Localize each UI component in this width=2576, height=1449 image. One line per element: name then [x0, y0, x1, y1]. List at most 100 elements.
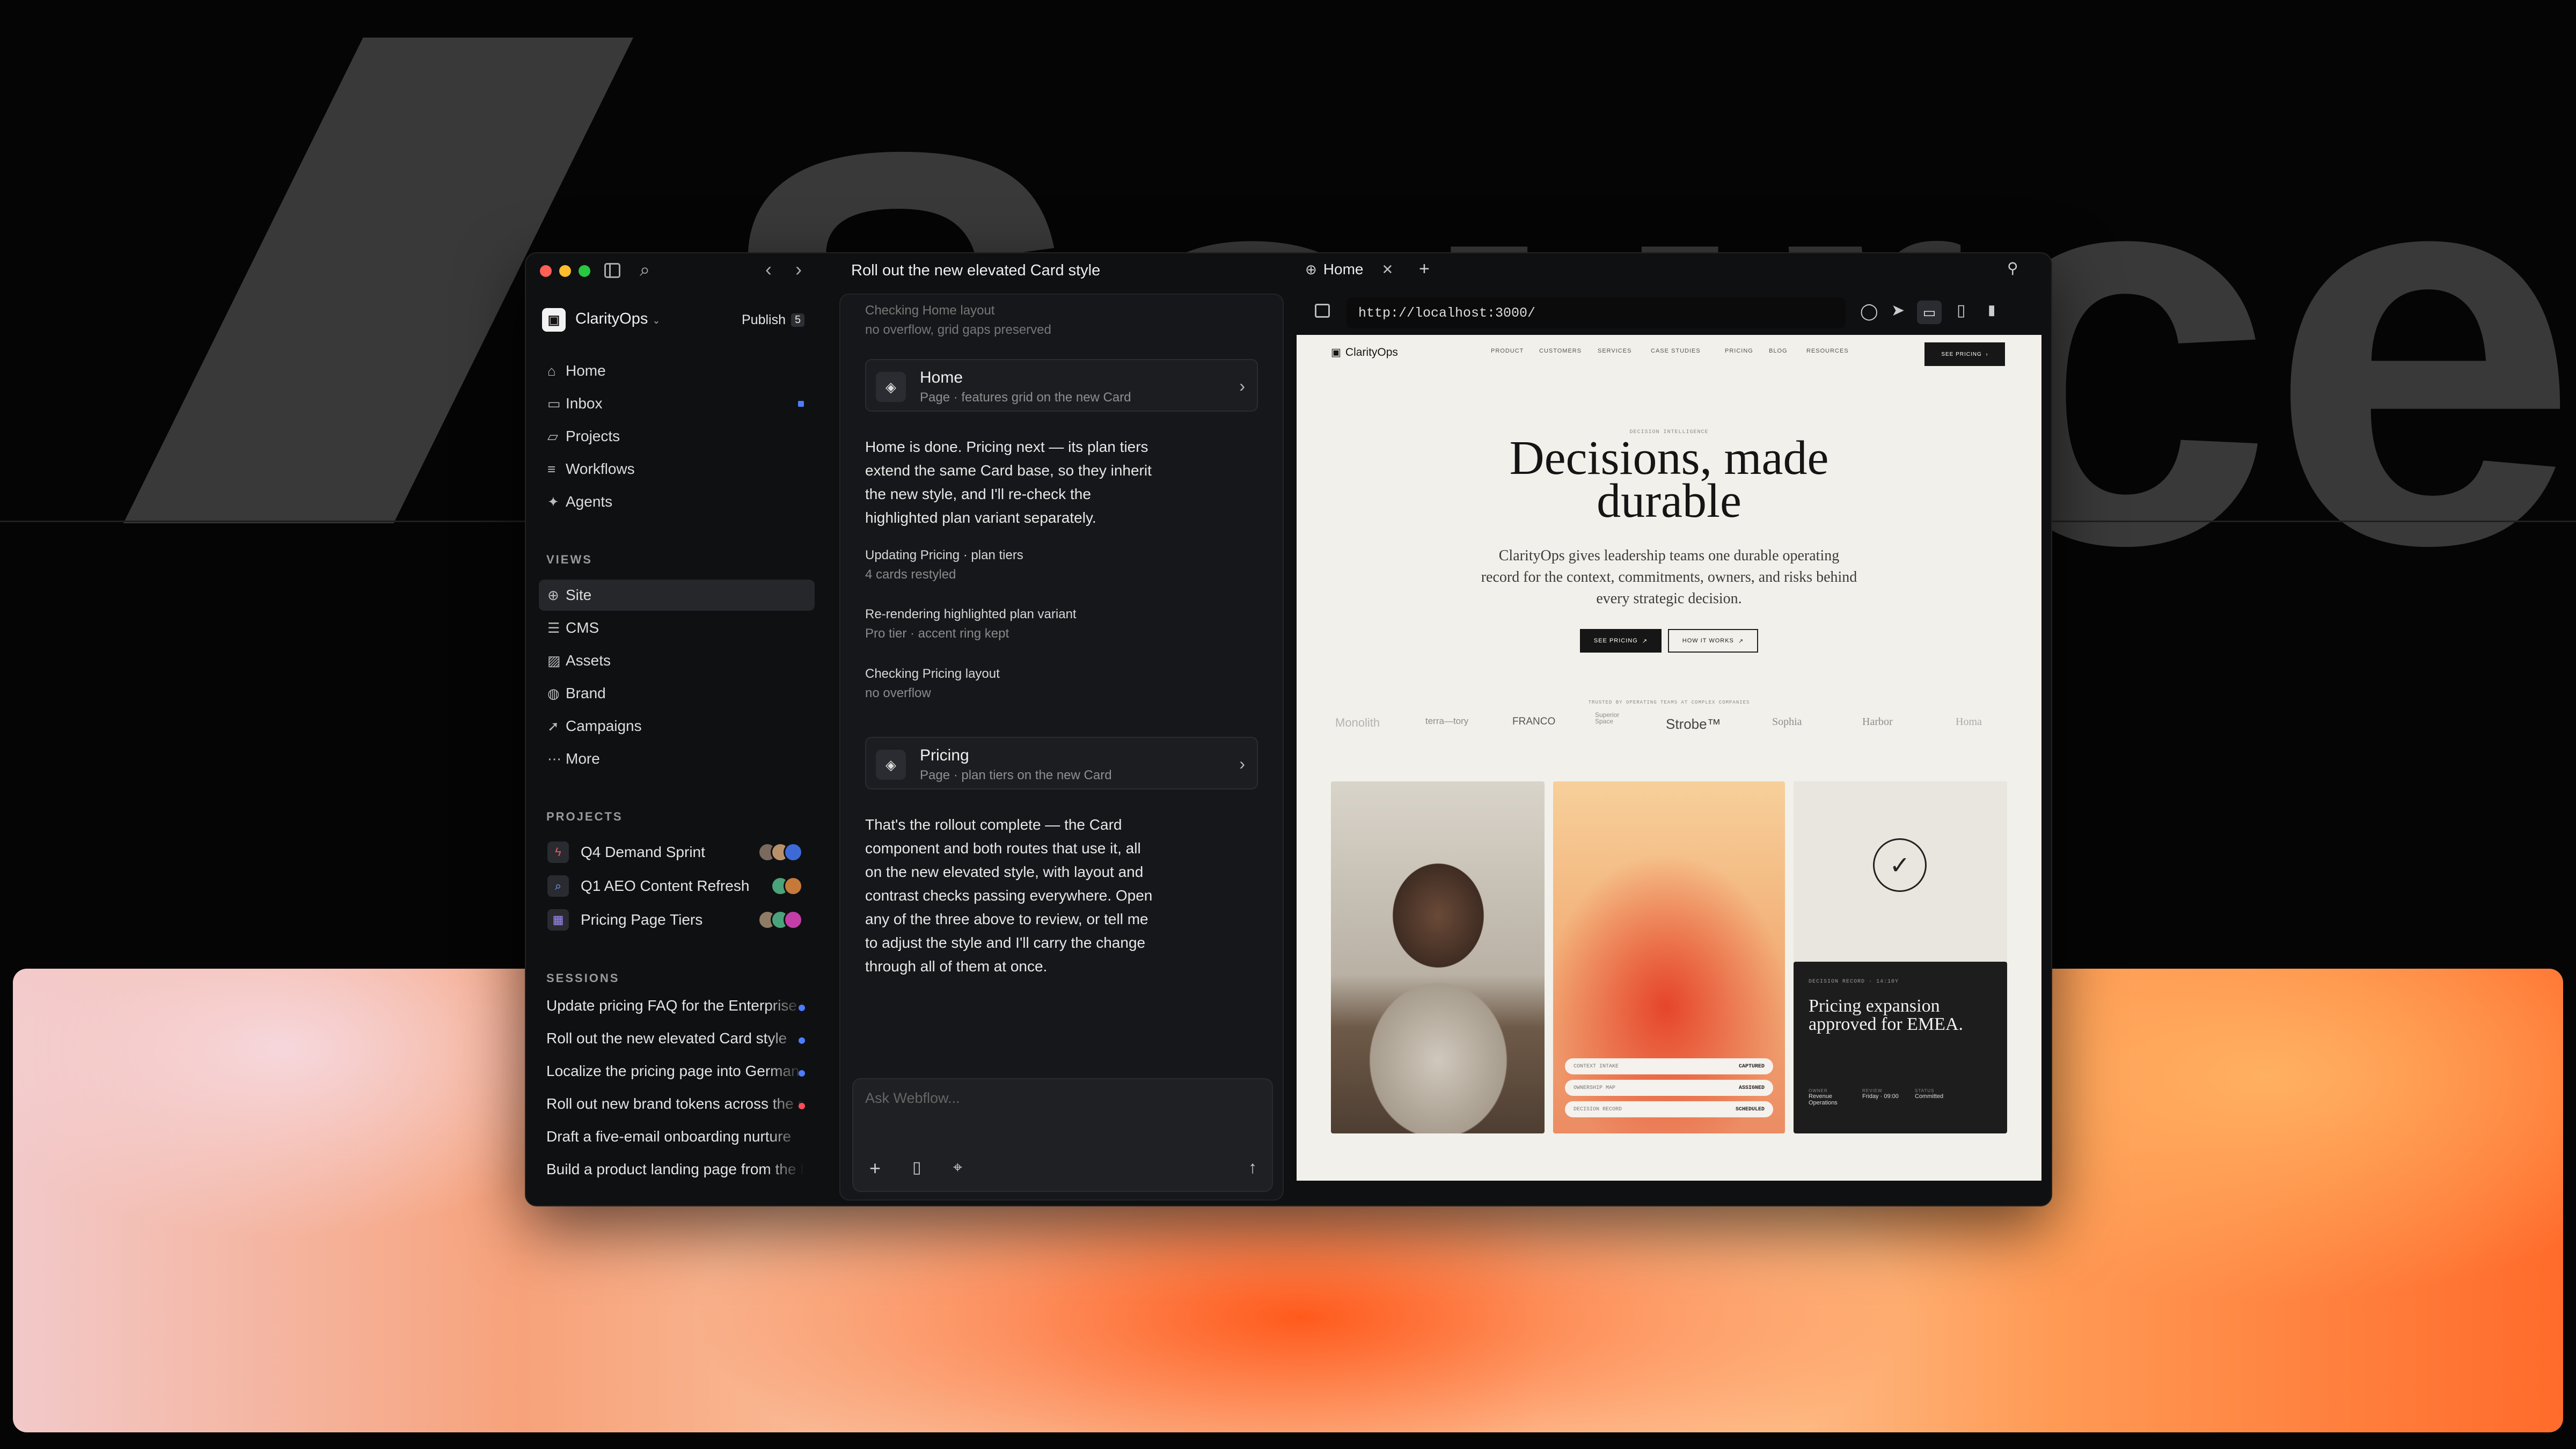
sessions-header: SESSIONS [546, 971, 620, 985]
nav-cta-label: SEE PRICING [1941, 351, 1982, 357]
globe-icon: ⊕ [1305, 261, 1317, 277]
session-label: Roll out new brand tokens across the sit… [546, 1095, 804, 1112]
cta-label: SEE PRICING [1593, 638, 1638, 644]
site-nav-item[interactable]: CUSTOMERS [1539, 348, 1582, 354]
hero-headline-line: durable [1597, 474, 1741, 528]
nav-label: Inbox [566, 395, 603, 412]
see-pricing-button[interactable]: SEE PRICING ↗ [1580, 629, 1662, 653]
site-brand[interactable]: ▣ ClarityOps [1331, 346, 1398, 359]
step-item: Checking Pricing layout no overflow [865, 664, 1000, 703]
inbox-icon: ▭ [547, 395, 561, 412]
desktop-view-icon[interactable]: ▭ [1917, 301, 1942, 324]
project-item[interactable]: ϟ Q4 Demand Sprint [539, 836, 815, 869]
publish-button[interactable]: Publish 5 [742, 312, 805, 328]
view-item-brand[interactable]: ◍ Brand [539, 678, 815, 709]
app-window: ⌕ ‹ › Roll out the new elevated Card sty… [525, 252, 2052, 1206]
tablet-view-icon[interactable]: ▯ [1957, 303, 1966, 319]
site-nav-item[interactable]: PRICING [1725, 348, 1753, 354]
mobile-view-icon[interactable]: ▮ [1988, 303, 1995, 317]
nav-label: Home [566, 362, 606, 379]
project-item[interactable]: ▦ Pricing Page Tiers [539, 903, 815, 936]
hero-headline-line: Decisions, made [1509, 431, 1829, 485]
pointer-icon[interactable]: ➤ [1891, 303, 1905, 319]
step-title: Re-rendering highlighted plan variant [865, 607, 1077, 621]
nav-item-projects[interactable]: ▱ Projects [539, 421, 815, 452]
site-nav-item[interactable]: SERVICES [1598, 348, 1631, 354]
nav-item-home[interactable]: ⌂ Home [539, 355, 815, 386]
view-item-site[interactable]: ⊕ Site [539, 580, 815, 611]
avatar [784, 910, 803, 930]
chat-panel: Checking Home layout no overflow, grid g… [839, 294, 1284, 1201]
session-label: Localize the pricing page into German [546, 1063, 800, 1079]
session-item[interactable]: Build a product landing page from the br… [546, 1161, 804, 1178]
step-title: Updating Pricing · plan tiers [865, 548, 1023, 562]
site-nav-item[interactable]: CASE STUDIES [1651, 348, 1701, 354]
view-label: Brand [566, 685, 606, 701]
project-item[interactable]: ⌕ Q1 AEO Content Refresh [539, 869, 815, 903]
rocket-icon: ➚ [547, 718, 559, 734]
session-item[interactable]: Roll out new brand tokens across the sit… [546, 1095, 804, 1113]
how-it-works-button[interactable]: HOW IT WORKS ↗ [1668, 629, 1758, 653]
session-item[interactable]: Draft a five-email onboarding nurture [546, 1128, 804, 1145]
step-subtitle: no overflow [865, 686, 931, 700]
field-key: REVIEW [1862, 1088, 1883, 1093]
view-item-campaigns[interactable]: ➚ Campaigns [539, 711, 815, 742]
sparkle-icon: ✦ [547, 493, 559, 510]
plus-icon[interactable]: + [869, 1159, 881, 1178]
customer-logo: Sophia [1772, 716, 1802, 728]
unread-dot [798, 400, 804, 407]
home-page-card[interactable]: ◈ Home Page · features grid on the new C… [865, 359, 1258, 412]
view-item-assets[interactable]: ▨ Assets [539, 645, 815, 676]
view-item-more[interactable]: ⋯ More [539, 743, 815, 774]
trusted-caption: TRUSTED BY OPERATING TEAMS AT COMPLEX CO… [1588, 700, 1750, 705]
field-key: STATUS [1915, 1088, 1935, 1093]
projects-header: PROJECTS [546, 810, 623, 823]
step-title: Checking Home layout [865, 303, 995, 318]
session-status-dot [799, 1070, 805, 1077]
site-nav-item[interactable]: PRODUCT [1491, 348, 1524, 354]
pill-key: OWNERSHIP MAP [1574, 1085, 1616, 1091]
ellipsis-icon: ⋯ [547, 750, 561, 767]
cta-label: HOW IT WORKS [1682, 638, 1734, 644]
pill-key: CONTEXT INTAKE [1574, 1063, 1619, 1070]
close-tab-icon[interactable]: ✕ [1382, 261, 1394, 278]
nav-item-workflows[interactable]: ≡ Workflows [539, 453, 815, 485]
file-icon[interactable]: ▯ [912, 1160, 921, 1176]
new-tab-icon[interactable]: + [1419, 260, 1430, 278]
site-nav-item[interactable]: RESOURCES [1806, 348, 1849, 354]
nav-item-inbox[interactable]: ▭ Inbox [539, 388, 815, 419]
comment-icon[interactable]: ◯ [1860, 304, 1878, 320]
chevron-right-icon: › [1239, 376, 1245, 396]
workspace-name: ClarityOps [575, 310, 648, 327]
nav-cta-button[interactable]: SEE PRICING › [1924, 342, 2005, 366]
session-label: Update pricing FAQ for the Enterprise ti… [546, 997, 804, 1014]
session-label: Draft a five-email onboarding nurture [546, 1128, 792, 1145]
checkmark-icon: ✓ [1873, 838, 1927, 892]
publish-label: Publish [742, 312, 786, 327]
cursor-icon[interactable]: ⌖ [953, 1160, 962, 1176]
chat-input[interactable]: Ask Webflow... + ▯ ⌖ ↑ [852, 1078, 1273, 1192]
status-pill: OWNERSHIP MAP ASSIGNED [1565, 1080, 1773, 1096]
session-item[interactable]: Roll out the new elevated Card style [546, 1030, 804, 1047]
pill-value: ASSIGNED [1738, 1085, 1765, 1091]
browser-tab[interactable]: ⊕ Home ✕ [1305, 258, 1393, 281]
session-item[interactable]: Update pricing FAQ for the Enterprise ti… [546, 997, 804, 1014]
step-subtitle: no overflow, grid gaps preserved [865, 323, 1051, 337]
pin-icon[interactable]: ⚲ [2007, 261, 2018, 276]
session-item[interactable]: Localize the pricing page into German [546, 1063, 804, 1080]
customer-logo: Superior Space [1595, 711, 1620, 725]
send-arrow-icon[interactable]: ↑ [1248, 1159, 1257, 1176]
url-bar[interactable]: http://localhost:3000/ [1346, 297, 1846, 328]
decision-card: ✓ DECISION RECORD · 14:10Y Pricing expan… [1794, 781, 2007, 1133]
workspace-switcher[interactable]: ClarityOps ⌄ [575, 310, 661, 328]
site-nav-item[interactable]: BLOG [1769, 348, 1788, 354]
pricing-page-card[interactable]: ◈ Pricing Page · plan tiers on the new C… [865, 737, 1258, 789]
view-item-cms[interactable]: ☰ CMS [539, 612, 815, 643]
grid-icon: ▦ [547, 909, 569, 931]
panel-toggle-icon[interactable] [1315, 304, 1330, 318]
session-status-dot [799, 1103, 805, 1109]
nav-item-agents[interactable]: ✦ Agents [539, 486, 815, 517]
hero-subhead: ClarityOps gives leadership teams one du… [1481, 547, 1857, 607]
step-item: Re-rendering highlighted plan variant Pro… [865, 605, 1077, 643]
card-title: Home [920, 369, 963, 386]
